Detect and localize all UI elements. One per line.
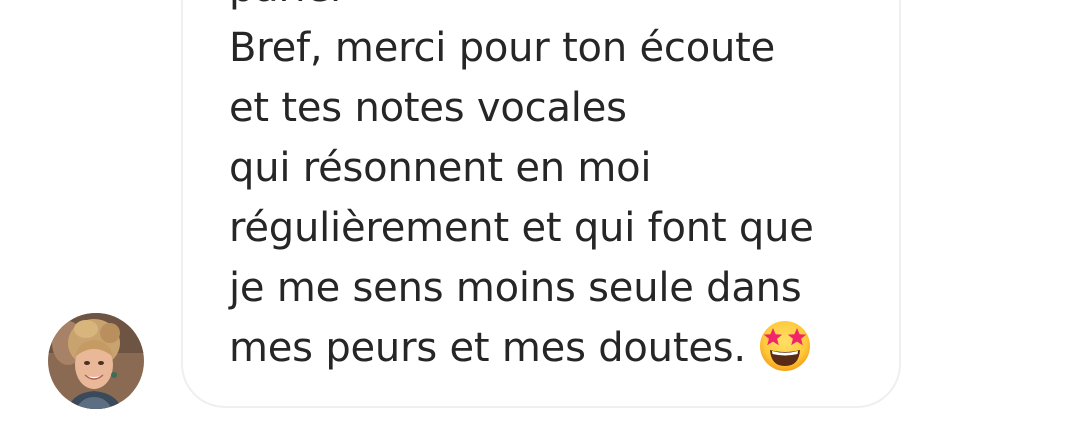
message-line: régulièrement et qui font que	[229, 205, 814, 251]
sender-avatar[interactable]	[48, 313, 144, 409]
message-line-text: mes peurs et mes doutes.	[229, 325, 746, 371]
star-struck-emoji-icon	[759, 321, 810, 371]
message-line: parler	[229, 0, 814, 18]
message-line: qui résonnent en moi	[229, 145, 652, 191]
message-line: et tes notes vocales	[229, 85, 627, 131]
chat-screen: parler Bref, merci pour ton écoute et te…	[0, 0, 1080, 445]
message-line: je me sens moins seule dans	[229, 265, 802, 311]
message-line: Bref, merci pour ton écoute	[229, 25, 776, 71]
message-line-last: mes peurs et mes doutes.	[229, 318, 814, 378]
profile-photo-avatar-icon	[48, 313, 144, 409]
message-text: parler Bref, merci pour ton écoute et te…	[229, 0, 814, 378]
